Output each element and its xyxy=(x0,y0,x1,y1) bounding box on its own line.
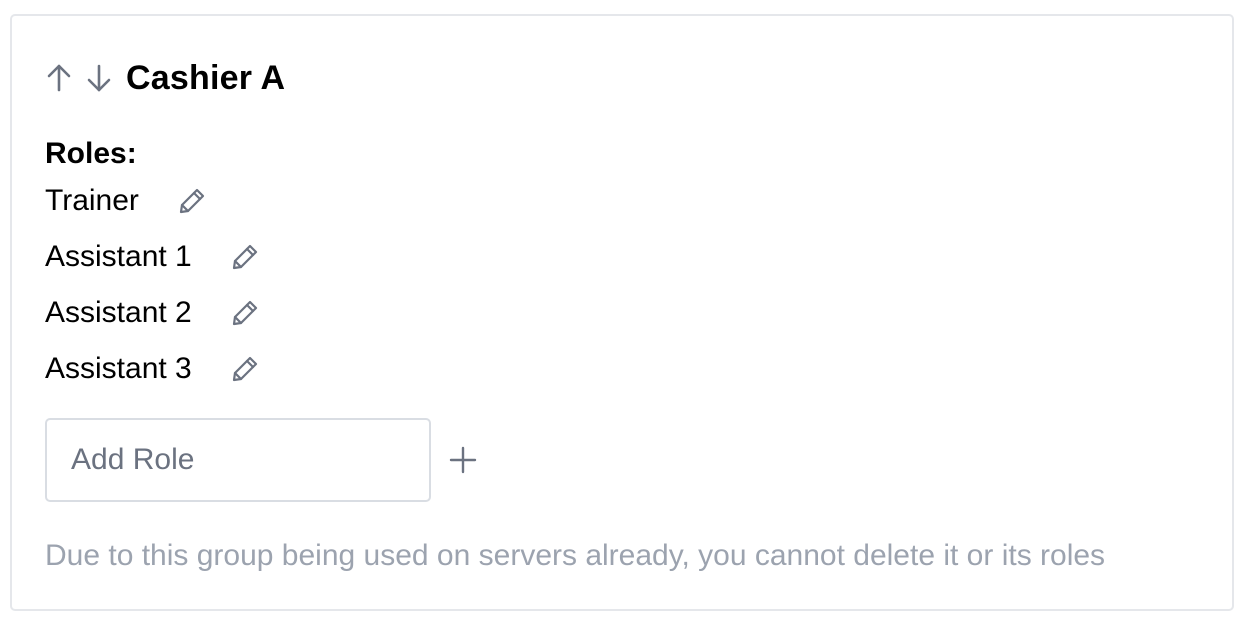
role-group-card: Cashier A Roles: Trainer Assistant 1 Ass… xyxy=(10,14,1234,611)
role-name: Trainer xyxy=(45,184,139,217)
cannot-delete-notice: Due to this group being used on servers … xyxy=(45,539,1106,572)
role-name: Assistant 1 xyxy=(45,240,192,273)
pencil-icon[interactable] xyxy=(230,298,260,328)
role-name: Assistant 2 xyxy=(45,296,192,329)
add-role-input[interactable] xyxy=(45,418,431,502)
pencil-icon[interactable] xyxy=(230,242,260,272)
role-item: Assistant 3 xyxy=(45,349,260,389)
role-item: Assistant 1 xyxy=(45,237,260,277)
pencil-icon[interactable] xyxy=(177,186,207,216)
arrow-down-icon[interactable] xyxy=(84,60,114,96)
roles-label: Roles: xyxy=(45,137,137,170)
group-title: Cashier A xyxy=(126,59,286,97)
pencil-icon[interactable] xyxy=(230,354,260,384)
plus-icon[interactable] xyxy=(443,440,483,480)
group-header: Cashier A xyxy=(44,56,285,100)
role-item: Assistant 2 xyxy=(45,293,260,333)
role-item: Trainer xyxy=(45,181,207,221)
add-role-row xyxy=(45,418,483,502)
role-name: Assistant 3 xyxy=(45,352,192,385)
arrow-up-icon[interactable] xyxy=(44,60,74,96)
